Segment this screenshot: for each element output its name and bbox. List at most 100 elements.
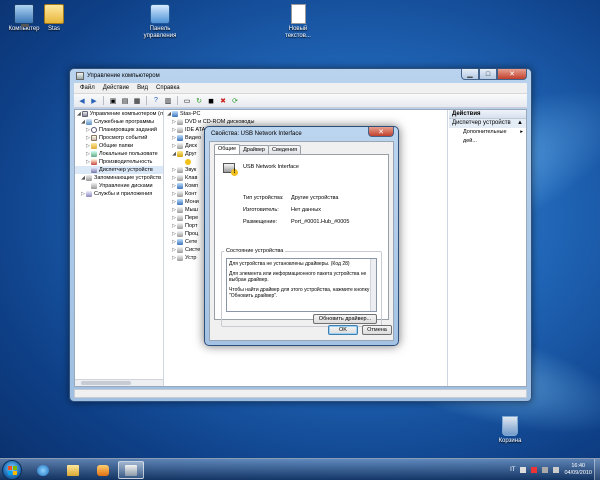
- performance-icon: [91, 159, 97, 165]
- taskbar-computer-management[interactable]: [118, 461, 144, 479]
- disable-device-icon[interactable]: ◼: [206, 96, 216, 106]
- monitor-icon: [177, 199, 183, 205]
- maximize-button[interactable]: □: [479, 69, 497, 80]
- desktop-icon-label: Панель управления: [143, 26, 177, 39]
- scan-hardware-icon[interactable]: ⟳: [230, 96, 240, 106]
- window-title: Управление компьютером: [87, 73, 160, 79]
- tree-item-storage[interactable]: ◢ Запоминающие устройств: [75, 174, 163, 182]
- help-icon[interactable]: ?: [151, 96, 161, 106]
- device-type-value: Другие устройства: [291, 195, 339, 201]
- show-hide-tree-icon[interactable]: ▤: [120, 96, 130, 106]
- tab-general[interactable]: Общие: [214, 144, 241, 154]
- more-actions[interactable]: Дополнительные дей... ▸: [449, 128, 526, 144]
- forward-icon[interactable]: ▶: [89, 96, 99, 106]
- properties-icon[interactable]: ▦: [132, 96, 142, 106]
- general-tab-page: USB Network Interface Тип устройства: Др…: [214, 154, 389, 327]
- desktop-icon-control-panel[interactable]: Панель управления: [136, 4, 184, 40]
- tree-item-performance[interactable]: ▷ Производительность: [75, 158, 163, 166]
- manufacturer-label: Изготовитель:: [243, 207, 279, 213]
- taskbar-ie[interactable]: [30, 461, 56, 479]
- users-icon: [91, 151, 97, 157]
- dvd-drive-icon: [177, 119, 183, 125]
- actions-section[interactable]: Диспетчер устройств ▲: [449, 119, 526, 128]
- console-tree: ◢ Управление компьютером (л ◢ Служебные …: [75, 110, 164, 386]
- desktop-icon-recycle-bin[interactable]: Корзина: [488, 416, 532, 445]
- tree-item-event-viewer[interactable]: ▷ Просмотр событий: [75, 134, 163, 142]
- language-indicator[interactable]: IT: [510, 467, 515, 473]
- unknown-device-icon: [223, 163, 238, 176]
- tools-icon: [86, 119, 92, 125]
- computer-icon[interactable]: ▭: [182, 96, 192, 106]
- tab-details[interactable]: Сведения: [268, 145, 302, 154]
- desktop-icon-user-folder[interactable]: Stas: [32, 4, 76, 33]
- network-adapter-icon: [177, 239, 183, 245]
- location-value: Port_#0001.Hub_#0005: [291, 219, 350, 225]
- ok-button[interactable]: OK: [328, 325, 358, 335]
- tree-item-task-scheduler[interactable]: ▷ Планировщик заданий: [75, 126, 163, 134]
- control-panel-icon: [150, 4, 170, 24]
- minimize-button[interactable]: ▁: [461, 69, 479, 80]
- computer-icon: [14, 4, 34, 27]
- cancel-button[interactable]: Отмена: [362, 325, 392, 335]
- actions-header: Действия: [449, 110, 526, 119]
- close-button[interactable]: ✕: [497, 69, 527, 80]
- menu-action[interactable]: Действие: [99, 85, 133, 91]
- toolbar: ◀ ▶ ▣ ▤ ▦ ? ▥ ▭ ↻ ◼ ✖ ⟳: [74, 94, 527, 108]
- show-desktop-button[interactable]: [594, 459, 600, 480]
- properties-dialog[interactable]: Свойства: USB Network Interface ✕ Общие …: [204, 126, 399, 346]
- dialog-close-button[interactable]: ✕: [368, 127, 394, 137]
- disk-drive-icon: [177, 143, 183, 149]
- event-log-icon: [91, 135, 97, 141]
- system-device-icon: [177, 247, 183, 253]
- device-name: USB Network Interface: [243, 164, 299, 170]
- back-icon[interactable]: ◀: [77, 96, 87, 106]
- status-scrollbar[interactable]: [370, 259, 376, 311]
- location-label: Размещение:: [243, 219, 278, 225]
- up-level-icon[interactable]: ▣: [108, 96, 118, 106]
- tree-item-shared-folders[interactable]: ▷ Общие папки: [75, 142, 163, 150]
- start-button[interactable]: [2, 460, 22, 480]
- tree-item-device-manager[interactable]: Диспетчер устройств: [75, 166, 163, 174]
- device-root[interactable]: ◢ Stas-PC: [165, 110, 447, 118]
- taskbar-explorer[interactable]: [60, 461, 86, 479]
- menu-view[interactable]: Вид: [133, 85, 152, 91]
- computer-icon: [177, 183, 183, 189]
- menu-file[interactable]: Файл: [76, 85, 99, 91]
- taskbar-media-player[interactable]: [90, 461, 116, 479]
- menu-help[interactable]: Справка: [152, 85, 184, 91]
- device-status-text[interactable]: Для устройства не установлены драйверы. …: [226, 258, 377, 312]
- chevron-right-icon: ▸: [520, 129, 523, 135]
- warning-icon: [185, 159, 191, 165]
- status-bar: [74, 389, 527, 398]
- clock-date: 04/09/2010: [564, 470, 592, 476]
- dialog-tabs: Общие Драйвер Сведения: [214, 144, 302, 154]
- media-player-icon: [97, 464, 109, 476]
- tree-item-local-users[interactable]: ▷ Локальные пользовате: [75, 150, 163, 158]
- tray-expand-icon[interactable]: [520, 467, 527, 473]
- update-driver-icon[interactable]: ↻: [194, 96, 204, 106]
- tree-item-root[interactable]: ◢ Управление компьютером (л: [75, 110, 163, 118]
- clock[interactable]: 16:40 04/09/2010: [564, 463, 592, 477]
- action-center-icon[interactable]: [531, 467, 538, 473]
- network-icon[interactable]: [542, 467, 549, 473]
- disk-management-icon: [91, 183, 97, 189]
- tree-item-disk-management[interactable]: Управление дисками: [75, 182, 163, 190]
- view-icon[interactable]: ▥: [163, 96, 173, 106]
- ide-controller-icon: [177, 127, 183, 133]
- folder-icon: [44, 4, 64, 24]
- volume-icon[interactable]: [553, 467, 560, 473]
- device-category[interactable]: ▷ DVD и CD-ROM дисководы: [165, 118, 447, 126]
- desktop-icon-text-file[interactable]: Новый текстов...: [276, 4, 320, 40]
- tab-driver[interactable]: Драйвер: [239, 145, 269, 154]
- text-file-icon: [290, 4, 306, 24]
- tree-item-system-tools[interactable]: ◢ Служебные программы: [75, 118, 163, 126]
- dialog-content: Общие Драйвер Сведения USB Network Inter…: [209, 141, 394, 341]
- desktop-icon-label: Новый текстов...: [285, 26, 311, 39]
- dialog-title: Свойства: USB Network Interface: [211, 130, 302, 137]
- uninstall-icon[interactable]: ✖: [218, 96, 228, 106]
- tree-scrollbar[interactable]: [75, 379, 163, 386]
- device-manager-icon: [91, 167, 97, 173]
- update-driver-button[interactable]: Обновить драйвер...: [313, 314, 377, 324]
- other-devices-icon: [177, 151, 183, 157]
- tree-item-services-apps[interactable]: ▷ Службы и приложения: [75, 190, 163, 198]
